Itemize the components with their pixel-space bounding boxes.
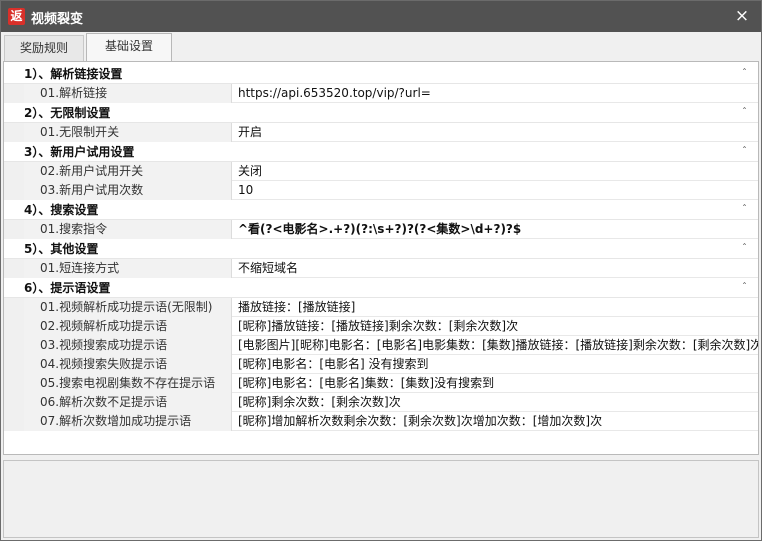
property-name: 01.搜索指令 <box>24 220 232 239</box>
property-value[interactable]: [昵称]播放链接：[播放链接]剩余次数：[剩余次数]次 <box>233 317 758 336</box>
category-title: 5）、其他设置 <box>24 242 99 256</box>
row-margin <box>4 317 24 336</box>
row-margin <box>4 220 24 239</box>
property-row[interactable]: 01.视频解析成功提示语(无限制) 播放链接：[播放链接] <box>4 298 758 317</box>
property-grid-panel: 1）、解析链接设置 ˆ 01.解析链接 https://api.653520.top/… <box>3 61 759 455</box>
property-value[interactable]: [昵称]增加解析次数剩余次数：[剩余次数]次增加次数：[增加次数]次 <box>233 412 758 431</box>
property-name: 03.新用户试用次数 <box>24 181 232 200</box>
property-value[interactable]: https://api.653520.top/vip/?url= <box>233 84 758 103</box>
property-value[interactable]: 关闭 <box>233 162 758 181</box>
property-value[interactable]: [电影图片][昵称]电影名：[电影名]电影集数：[集数]播放链接：[播放链接]剩… <box>233 336 758 355</box>
property-value[interactable]: [昵称]电影名：[电影名] 没有搜索到 <box>233 355 758 374</box>
category-header[interactable]: 4）、搜索设置 ˆ <box>4 200 758 220</box>
category-header[interactable]: 6）、提示语设置 ˆ <box>4 278 758 298</box>
property-row[interactable]: 01.解析链接 https://api.653520.top/vip/?url= <box>4 84 758 103</box>
collapse-chevron-icon[interactable]: ˆ <box>742 200 754 220</box>
description-panel <box>3 460 759 538</box>
row-margin <box>4 355 24 374</box>
collapse-chevron-icon[interactable]: ˆ <box>742 278 754 298</box>
property-name: 03.视频搜索成功提示语 <box>24 336 232 355</box>
category-title: 6）、提示语设置 <box>24 281 111 295</box>
property-value[interactable]: 10 <box>233 181 758 200</box>
row-margin <box>4 412 24 431</box>
property-value[interactable]: 播放链接：[播放链接] <box>233 298 758 317</box>
close-button[interactable]: × <box>729 5 755 27</box>
collapse-chevron-icon[interactable]: ˆ <box>742 239 754 259</box>
row-margin <box>4 162 24 181</box>
property-name: 01.短连接方式 <box>24 259 232 278</box>
row-margin <box>4 84 24 103</box>
property-value[interactable]: [昵称]电影名：[电影名]集数：[集数]没有搜索到 <box>233 374 758 393</box>
category-header[interactable]: 5）、其他设置 ˆ <box>4 239 758 259</box>
property-row[interactable]: 01.短连接方式 不缩短域名 <box>4 259 758 278</box>
tab-strip: 奖励规则 基础设置 <box>1 32 761 62</box>
property-row[interactable]: 03.新用户试用次数 10 <box>4 181 758 200</box>
property-row[interactable]: 06.解析次数不足提示语 [昵称]剩余次数：[剩余次数]次 <box>4 393 758 412</box>
tab-reward-rules[interactable]: 奖励规则 <box>4 35 84 61</box>
collapse-chevron-icon[interactable]: ˆ <box>742 142 754 162</box>
row-margin <box>4 336 24 355</box>
collapse-chevron-icon[interactable]: ˆ <box>742 64 754 84</box>
category-title: 2）、无限制设置 <box>24 106 111 120</box>
app-window: 返 视频裂变 × 奖励规则 基础设置 1）、解析链接设置 ˆ 01.解析链接 http… <box>0 0 762 541</box>
row-margin <box>4 374 24 393</box>
row-margin <box>4 298 24 317</box>
property-name: 02.视频解析成功提示语 <box>24 317 232 336</box>
property-name: 01.视频解析成功提示语(无限制) <box>24 298 232 317</box>
property-value[interactable]: [昵称]剩余次数：[剩余次数]次 <box>233 393 758 412</box>
category-title: 3）、新用户试用设置 <box>24 145 135 159</box>
row-margin <box>4 123 24 142</box>
property-value[interactable]: 开启 <box>233 123 758 142</box>
window-title: 视频裂变 <box>31 12 84 27</box>
collapse-chevron-icon[interactable]: ˆ <box>742 103 754 123</box>
property-row[interactable]: 03.视频搜索成功提示语 [电影图片][昵称]电影名：[电影名]电影集数：[集数]… <box>4 336 758 355</box>
row-margin <box>4 181 24 200</box>
property-row[interactable]: 05.搜索电视剧集数不存在提示语 [昵称]电影名：[电影名]集数：[集数]没有搜索… <box>4 374 758 393</box>
property-row[interactable]: 07.解析次数增加成功提示语 [昵称]增加解析次数剩余次数：[剩余次数]次增加次数… <box>4 412 758 431</box>
category-title: 1）、解析链接设置 <box>24 67 123 81</box>
property-row[interactable]: 02.视频解析成功提示语 [昵称]播放链接：[播放链接]剩余次数：[剩余次数]次 <box>4 317 758 336</box>
property-row[interactable]: 04.视频搜索失败提示语 [昵称]电影名：[电影名] 没有搜索到 <box>4 355 758 374</box>
property-name: 07.解析次数增加成功提示语 <box>24 412 232 431</box>
property-row[interactable]: 01.搜索指令 ^看(?<电影名>.+?)(?:\s+?)?(?<集数>\d+?)… <box>4 220 758 239</box>
category-header[interactable]: 1）、解析链接设置 ˆ <box>4 64 758 84</box>
property-name: 01.解析链接 <box>24 84 232 103</box>
property-value[interactable]: 不缩短域名 <box>233 259 758 278</box>
app-logo-icon: 返 <box>8 8 25 25</box>
title-bar[interactable]: 返 视频裂变 × <box>1 1 761 32</box>
property-name: 02.新用户试用开关 <box>24 162 232 181</box>
category-title: 4）、搜索设置 <box>24 203 99 217</box>
property-row[interactable]: 01.无限制开关 开启 <box>4 123 758 142</box>
property-name: 01.无限制开关 <box>24 123 232 142</box>
property-value[interactable]: ^看(?<电影名>.+?)(?:\s+?)?(?<集数>\d+?)?$ <box>233 220 758 239</box>
property-row[interactable]: 02.新用户试用开关 关闭 <box>4 162 758 181</box>
property-name: 05.搜索电视剧集数不存在提示语 <box>24 374 232 393</box>
category-header[interactable]: 3）、新用户试用设置 ˆ <box>4 142 758 162</box>
tab-basic-settings[interactable]: 基础设置 <box>86 33 172 62</box>
property-name: 06.解析次数不足提示语 <box>24 393 232 412</box>
property-name: 04.视频搜索失败提示语 <box>24 355 232 374</box>
category-header[interactable]: 2）、无限制设置 ˆ <box>4 103 758 123</box>
row-margin <box>4 393 24 412</box>
row-margin <box>4 259 24 278</box>
property-grid: 1）、解析链接设置 ˆ 01.解析链接 https://api.653520.top/… <box>4 64 758 431</box>
